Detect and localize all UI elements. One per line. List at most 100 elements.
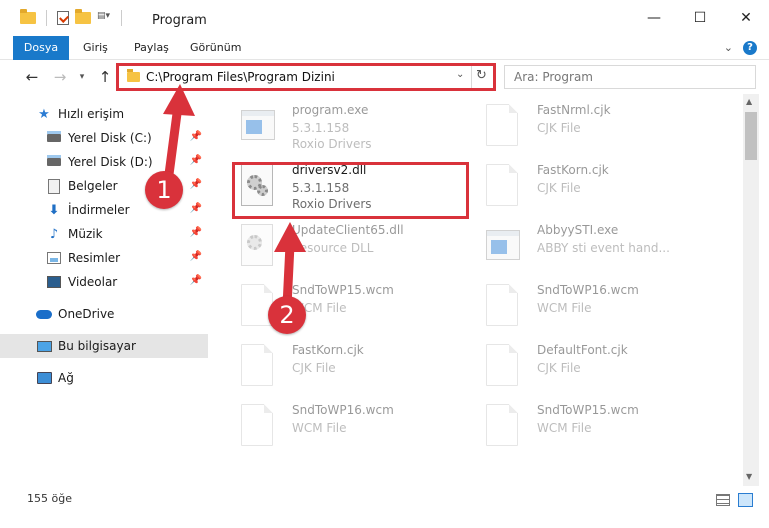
scrollbar-thumb[interactable] xyxy=(745,112,757,160)
help-icon[interactable]: ? xyxy=(743,41,757,55)
tab-share[interactable]: Paylaş xyxy=(124,36,179,60)
download-icon: ⬇ xyxy=(48,202,60,218)
new-folder-icon[interactable] xyxy=(75,9,91,24)
navigation-bar: ← → ▾ ↑ C:\Program Files\Program Dizini … xyxy=(0,61,769,93)
window-title: Program xyxy=(152,13,207,28)
expand-ribbon-icon[interactable]: ⌄ xyxy=(724,41,733,55)
file-type: WCM File xyxy=(537,421,592,435)
file-item[interactable]: UpdateClient65.dll Resource DLL xyxy=(225,220,465,278)
pin-icon[interactable]: 📌 xyxy=(190,251,202,262)
step-badge-1: 1 xyxy=(145,171,183,209)
close-button[interactable]: ✕ xyxy=(723,0,769,36)
network-icon-wrap xyxy=(36,370,52,386)
file-item[interactable]: SndToWP16.wcm WCM File xyxy=(225,400,465,458)
sidebar-item-local-disk-d[interactable]: Yerel Disk (D:) 📌 xyxy=(0,150,208,174)
sidebar-item-this-pc[interactable]: Bu bilgisayar xyxy=(0,334,208,358)
search-input[interactable]: Ara: Program xyxy=(504,65,756,89)
sidebar-item-label: Ağ xyxy=(58,371,74,385)
file-item[interactable]: SndToWP15.wcm WCM File xyxy=(470,400,710,458)
sidebar-item-network[interactable]: Ağ xyxy=(0,366,208,390)
sidebar-item-label: İndirmeler xyxy=(68,203,130,217)
sidebar-item-local-disk-c[interactable]: Yerel Disk (C:) 📌 xyxy=(0,126,208,150)
file-name: program.exe xyxy=(292,103,369,117)
file-type: CJK File xyxy=(537,121,581,135)
details-view-icon[interactable] xyxy=(716,494,730,506)
file-company: Roxio Drivers xyxy=(292,137,372,151)
file-icon xyxy=(241,344,273,386)
file-icon xyxy=(486,344,518,386)
pin-icon[interactable]: 📌 xyxy=(190,203,202,214)
address-highlight-box xyxy=(116,63,496,91)
file-name: SndToWP15.wcm xyxy=(537,403,639,417)
up-arrow-icon[interactable]: ↑ xyxy=(95,67,115,87)
properties-icon[interactable] xyxy=(57,11,69,25)
sidebar-item-label: Belgeler xyxy=(68,179,118,193)
customize-toolbar-icon[interactable]: ▤▾ xyxy=(97,11,111,25)
vertical-scrollbar[interactable]: ▲ ▼ xyxy=(743,94,759,486)
large-icons-view-icon[interactable] xyxy=(738,493,753,507)
file-item[interactable]: DefaultFont.cjk CJK File xyxy=(470,340,710,398)
dll-file-icon xyxy=(241,224,273,266)
disk-icon-wrap xyxy=(46,154,62,170)
file-item[interactable]: AbbyySTI.exe ABBY sti event hand... xyxy=(470,220,710,278)
file-type: CJK File xyxy=(537,181,581,195)
pin-icon[interactable]: 📌 xyxy=(190,155,202,166)
star-icon: ★ xyxy=(38,106,50,122)
cloud-icon-wrap xyxy=(36,306,52,322)
step-badge-2: 2 xyxy=(268,296,306,334)
documents-icon xyxy=(48,178,60,194)
sidebar-item-quick-access[interactable]: ★ Hızlı erişim xyxy=(0,102,208,126)
file-item[interactable]: program.exe 5.3.1.158 Roxio Drivers xyxy=(225,100,465,158)
sidebar-item-music[interactable]: ♪ Müzik 📌 xyxy=(0,222,208,246)
tab-home[interactable]: Giriş xyxy=(73,36,118,60)
pictures-icon-wrap xyxy=(46,250,62,266)
file-item[interactable]: FastKorn.cjk CJK File xyxy=(470,160,710,218)
exe-file-icon xyxy=(241,110,275,140)
recent-locations-icon[interactable]: ▾ xyxy=(72,67,92,87)
scroll-down-icon[interactable]: ▼ xyxy=(746,472,752,481)
status-bar: 155 öğe xyxy=(0,486,769,528)
file-item[interactable]: FastNrml.cjk CJK File xyxy=(470,100,710,158)
pictures-icon xyxy=(47,252,61,264)
file-name: UpdateClient65.dll xyxy=(292,223,404,237)
file-item[interactable]: SndToWP15.wcm WCM File xyxy=(225,280,465,338)
pin-icon[interactable]: 📌 xyxy=(190,179,202,190)
computer-icon-wrap xyxy=(36,338,52,354)
file-name: FastNrml.cjk xyxy=(537,103,611,117)
sidebar-item-label: Resimler xyxy=(68,251,121,265)
file-icon-wrap xyxy=(241,404,277,446)
file-item[interactable]: FastKorn.cjk CJK File xyxy=(225,340,465,398)
sidebar-item-label: Yerel Disk (C:) xyxy=(68,131,152,145)
file-name: SndToWP16.wcm xyxy=(537,283,639,297)
exe-icon-wrap xyxy=(486,224,522,266)
music-icon: ♪ xyxy=(49,226,59,242)
tab-file[interactable]: Dosya xyxy=(13,36,69,60)
sidebar-item-onedrive[interactable]: OneDrive xyxy=(0,302,208,326)
file-version: 5.3.1.158 xyxy=(292,121,350,135)
pin-icon[interactable]: 📌 xyxy=(190,131,202,142)
file-type: Resource DLL xyxy=(292,241,374,255)
item-count: 155 öğe xyxy=(27,492,72,505)
disk-icon xyxy=(47,155,61,166)
pin-icon[interactable]: 📌 xyxy=(190,275,202,286)
file-icon xyxy=(486,104,518,146)
tab-view[interactable]: Görünüm xyxy=(180,36,251,60)
file-item[interactable]: SndToWP16.wcm WCM File xyxy=(470,280,710,338)
sidebar-item-pictures[interactable]: Resimler 📌 xyxy=(0,246,208,270)
pin-icon[interactable]: 📌 xyxy=(190,227,202,238)
maximize-button[interactable]: ☐ xyxy=(677,0,723,36)
file-name: SndToWP16.wcm xyxy=(292,403,394,417)
file-name: FastKorn.cjk xyxy=(537,163,609,177)
file-icon-wrap xyxy=(486,284,522,326)
forward-arrow-icon[interactable]: → xyxy=(50,67,70,87)
file-highlight-box xyxy=(232,162,469,219)
sidebar-item-videos[interactable]: Videolar 📌 xyxy=(0,270,208,294)
documents-icon-wrap xyxy=(46,178,62,194)
file-icon xyxy=(486,404,518,446)
back-arrow-icon[interactable]: ← xyxy=(22,67,42,87)
folder-icon xyxy=(20,9,36,24)
scroll-up-icon[interactable]: ▲ xyxy=(746,97,752,106)
minimize-button[interactable]: — xyxy=(631,0,677,36)
sidebar-item-label: Hızlı erişim xyxy=(58,107,125,121)
search-placeholder: Ara: Program xyxy=(514,70,593,84)
